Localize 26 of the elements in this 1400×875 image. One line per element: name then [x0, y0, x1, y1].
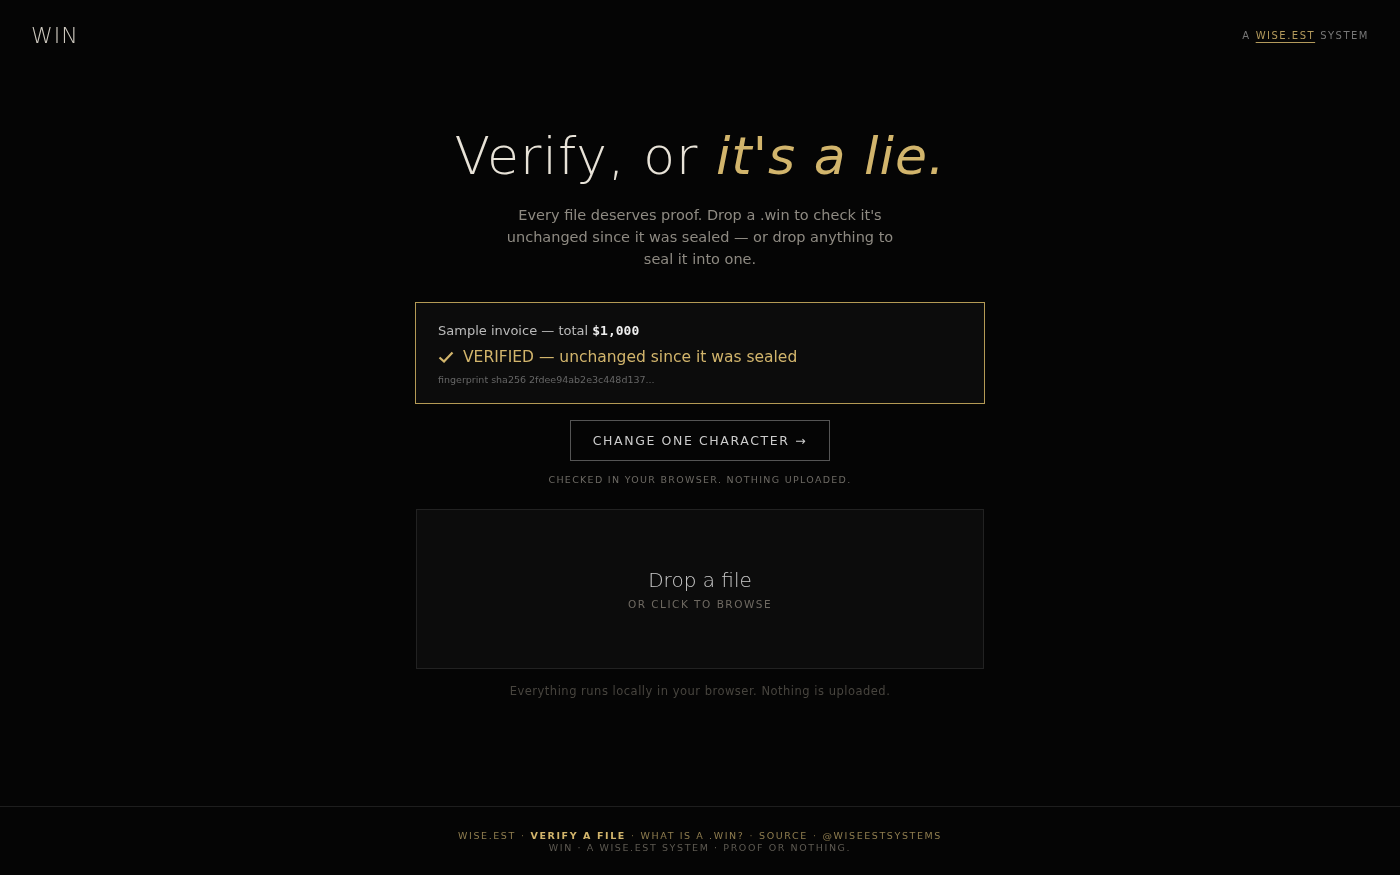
separator-dot: · [520, 829, 526, 841]
dropzone-title: Drop a file [648, 568, 752, 592]
subtitle: Every file deserves proof. Drop a .win to check it's unchanged since it was sealed — or drop anything to seal it into one. [505, 206, 895, 269]
fingerprint-text: fingerprint sha256 2fdee94ab2e3c448d137... [438, 374, 656, 385]
change-character-button[interactable]: CHANGE ONE CHARACTER → [569, 420, 831, 461]
separator-dot: · [812, 829, 818, 841]
local-note: Everything runs locally in your browser. Nothing is uploaded. [509, 684, 891, 698]
tagline-text: A [1242, 29, 1251, 41]
tagline-text: SYSTEM [1320, 29, 1369, 41]
file-dropzone[interactable]: Drop a file OR CLICK TO BROWSE [416, 509, 984, 669]
sample-label: Sample invoice — total $1,000 [438, 323, 641, 338]
checkmark-icon [438, 351, 454, 363]
separator-dot: · [630, 829, 636, 841]
footer-link[interactable]: VERIFY A FILE [530, 829, 626, 841]
headline: Verify, or it's a lie. [454, 126, 946, 186]
browser-note: CHECKED IN YOUR BROWSER. NOTHING UPLOADED. [548, 474, 852, 485]
footer-link[interactable]: WISE.EST [458, 829, 516, 841]
logo-text: WIN [31, 22, 79, 48]
footer-tagline: WIN · A WISE.EST SYSTEM · PROOF OR NOTHING. [548, 841, 852, 853]
status-text: VERIFIED — unchanged since it was sealed [463, 348, 798, 366]
wise-est-link[interactable]: WISE.EST [1255, 29, 1316, 41]
footer-link[interactable]: @WISEESTSYSTEMS [822, 829, 942, 841]
separator-dot: · [749, 829, 755, 841]
dropzone-hint: OR CLICK TO BROWSE [627, 598, 773, 610]
footer-link[interactable]: SOURCE [759, 829, 808, 841]
footer-link[interactable]: WHAT IS A .WIN? [640, 829, 745, 841]
